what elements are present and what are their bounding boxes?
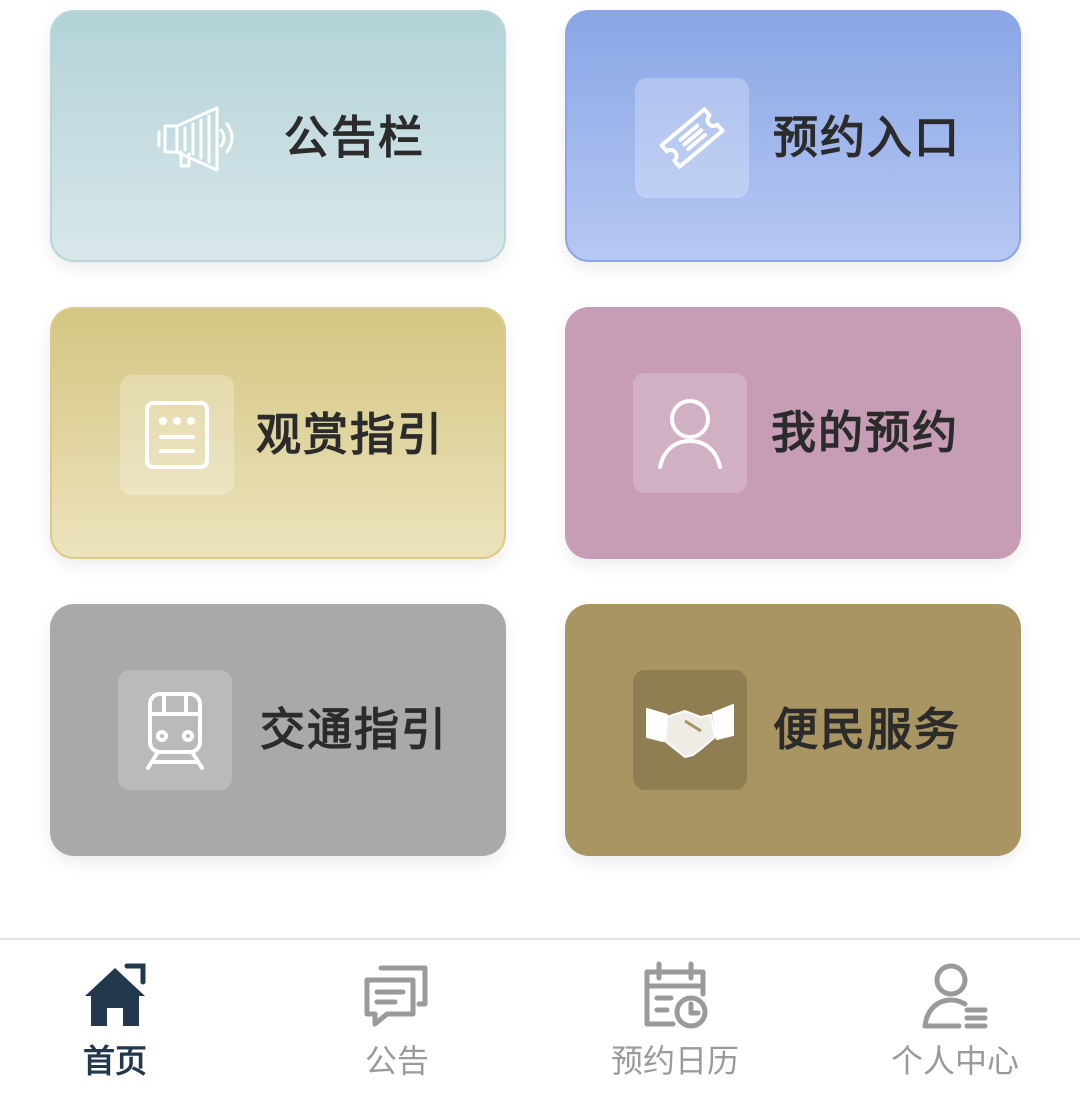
my-bookings-label: 我的预约 <box>771 406 960 459</box>
traffic-guide-tile[interactable]: 交通指引 <box>50 604 506 856</box>
train-icon <box>118 670 232 790</box>
tab-personal-center-label: 个人中心 <box>890 1042 1019 1080</box>
home-icon <box>0 960 250 1032</box>
tab-announcements-label: 公告 <box>364 1042 429 1080</box>
convenience-services-tile[interactable]: 便民服务 <box>565 604 1021 856</box>
tab-home[interactable]: 首页 <box>0 940 250 1094</box>
viewing-guide-tile[interactable]: 观赏指引 <box>50 307 506 559</box>
document-icon <box>120 375 234 495</box>
menu-grid: 公告栏 预约入口 观赏指引 我的预约 交通指引 便民服务 <box>0 0 1080 900</box>
ticket-icon <box>635 78 749 198</box>
notice-board-label: 公告栏 <box>284 111 426 164</box>
megaphone-icon <box>144 78 258 198</box>
booking-entry-tile[interactable]: 预约入口 <box>565 10 1021 262</box>
traffic-guide-label: 交通指引 <box>260 703 449 756</box>
tab-booking-calendar-label: 预约日历 <box>610 1042 739 1080</box>
profile-icon <box>820 960 1080 1032</box>
handshake-icon <box>633 670 747 790</box>
tab-personal-center[interactable]: 个人中心 <box>820 940 1080 1094</box>
calendar-icon <box>540 960 810 1032</box>
user-icon <box>633 373 747 493</box>
my-bookings-tile[interactable]: 我的预约 <box>565 307 1021 559</box>
convenience-services-label: 便民服务 <box>773 703 962 756</box>
tab-announcements[interactable]: 公告 <box>262 940 532 1094</box>
tab-booking-calendar[interactable]: 预约日历 <box>540 940 810 1094</box>
tab-home-label: 首页 <box>82 1042 147 1080</box>
booking-entry-label: 预约入口 <box>773 111 962 164</box>
viewing-guide-label: 观赏指引 <box>256 408 445 461</box>
notice-board-tile[interactable]: 公告栏 <box>50 10 506 262</box>
bottom-tab-bar: 首页 公告 预约日历 个人中心 <box>0 938 1080 1094</box>
message-icon <box>262 960 532 1032</box>
